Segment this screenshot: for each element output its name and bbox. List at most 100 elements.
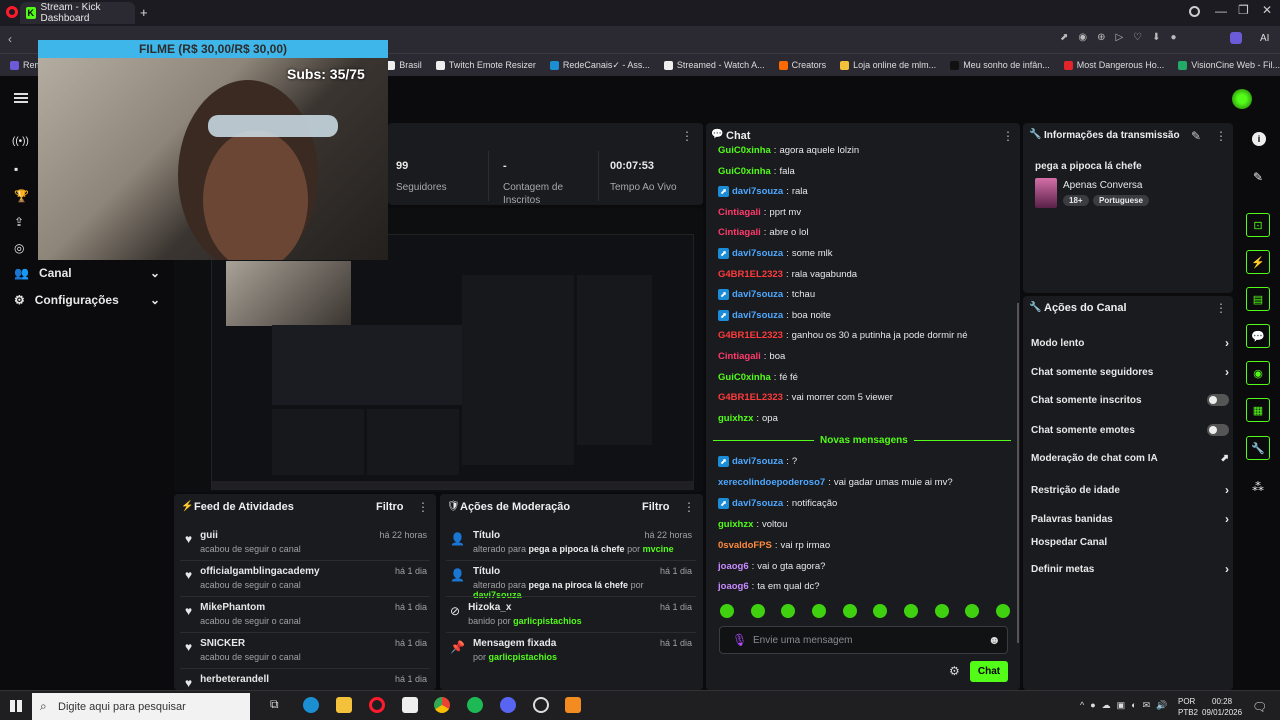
- kebab-icon[interactable]: ⋮: [681, 129, 693, 143]
- taskview-icon[interactable]: ⧉: [270, 697, 286, 713]
- live-icon[interactable]: ((•)): [12, 136, 29, 147]
- emote-icon[interactable]: [934, 604, 949, 618]
- chat-message[interactable]: ⬈ davi7souza: boa noite: [718, 309, 831, 321]
- stream-preview[interactable]: [211, 234, 694, 490]
- notification-icon[interactable]: 🗨: [1252, 700, 1267, 714]
- channel-action-item[interactable]: Modo lento ›: [1031, 336, 1229, 350]
- chat-username[interactable]: G4BR1EL2323: [718, 330, 783, 341]
- chat-message[interactable]: ⬈ davi7souza: ?: [718, 456, 797, 467]
- browser-tab[interactable]: K Stream - Kick Dashboard: [20, 2, 135, 24]
- microphone-icon[interactable]: 🎙: [732, 633, 747, 647]
- chat-username[interactable]: joaog6: [718, 581, 749, 592]
- channel-action-item[interactable]: Definir metas ›: [1031, 562, 1229, 576]
- emote-icon[interactable]: [811, 604, 826, 618]
- extensions-icon[interactable]: [1230, 32, 1242, 44]
- opera-taskbar-icon[interactable]: [369, 697, 385, 713]
- edge-icon[interactable]: [303, 697, 319, 713]
- emote-icon[interactable]: [965, 604, 980, 618]
- channel-action-item[interactable]: Hospedar Canal: [1031, 537, 1229, 548]
- media-button[interactable]: ▦: [1246, 398, 1270, 422]
- bookmark-item[interactable]: Loja online de mlm...: [840, 60, 936, 70]
- wrench-button[interactable]: 🔧: [1246, 436, 1270, 460]
- info-icon[interactable]: i: [1252, 132, 1266, 146]
- chat-message[interactable]: 0svaldoFPS: vai rp irmao: [718, 540, 830, 551]
- feed-item[interactable]: ♥ SNICKER acabou de seguir o canal há 1 …: [185, 638, 427, 662]
- moderation-item[interactable]: 👤 Título alterado para pega na piroca lá…: [450, 566, 692, 600]
- chat-username[interactable]: guixhzx: [718, 413, 753, 424]
- kebab-icon[interactable]: ⋮: [683, 500, 695, 514]
- keyboard-language[interactable]: POR: [1178, 697, 1195, 706]
- explorer-icon[interactable]: [336, 697, 352, 713]
- bookmark-item[interactable]: Brasil: [386, 60, 422, 70]
- bookmark-item[interactable]: Streamed - Watch A...: [663, 60, 765, 70]
- sidebar-item-canal[interactable]: 👥 Canal ⌄: [14, 266, 160, 280]
- emoji-icon[interactable]: ☻: [988, 633, 1001, 647]
- chat-message[interactable]: GuiC0xinha: agora aquele lolzin: [718, 145, 859, 156]
- search-icon[interactable]: [1189, 6, 1200, 17]
- back-icon[interactable]: ‹: [8, 32, 12, 46]
- steam-icon[interactable]: [533, 697, 549, 713]
- windows-start-icon[interactable]: [10, 700, 22, 712]
- chat-message[interactable]: joaog6: ta em qual dc?: [718, 581, 820, 592]
- chat-message[interactable]: guixhzx: opa: [718, 413, 778, 424]
- chat-message[interactable]: ⬈ davi7souza: notificação: [718, 497, 837, 509]
- chat-message[interactable]: G4BR1EL2323: rala vagabunda: [718, 269, 857, 280]
- toolbar-icons[interactable]: ⬈◉⊕▷♡⬇●: [1060, 32, 1187, 43]
- broadcast-button[interactable]: ◉: [1246, 361, 1270, 385]
- sidebar-item-configuracoes[interactable]: ⚙ Configurações ⌄: [14, 293, 160, 307]
- bolt-button[interactable]: ⚡: [1246, 250, 1270, 274]
- chat-username[interactable]: Cintiagali: [718, 227, 761, 238]
- chat-username[interactable]: Cintiagali: [718, 351, 761, 362]
- chat-username[interactable]: davi7souza: [732, 289, 783, 300]
- chat-username[interactable]: davi7souza: [732, 310, 783, 321]
- chat-message[interactable]: Cintiagali: boa: [718, 351, 785, 362]
- maximize-button[interactable]: ❐: [1238, 3, 1249, 17]
- toggle-switch[interactable]: [1207, 424, 1229, 436]
- menu-icon[interactable]: [14, 93, 28, 103]
- chat-username[interactable]: xerecolindoepoderoso7: [718, 477, 825, 488]
- bookmark-item[interactable]: Creators: [778, 60, 826, 70]
- bookmark-item[interactable]: RedeCanais✓ - Ass...: [549, 60, 650, 71]
- new-tab-button[interactable]: +: [140, 5, 148, 20]
- emote-icon[interactable]: [995, 604, 1010, 618]
- edit-icon[interactable]: ✎: [1191, 129, 1201, 143]
- close-window-button[interactable]: ✕: [1262, 3, 1272, 17]
- chat-username[interactable]: G4BR1EL2323: [718, 269, 783, 280]
- chat-username[interactable]: davi7souza: [732, 186, 783, 197]
- emote-icon[interactable]: [750, 604, 765, 618]
- chat-button[interactable]: 💬: [1246, 324, 1270, 348]
- kebab-icon[interactable]: ⋮: [417, 500, 429, 514]
- kebab-icon[interactable]: ⋮: [1215, 129, 1227, 143]
- bookmark-item[interactable]: VisionCine Web - Fil...: [1178, 60, 1280, 70]
- target-icon[interactable]: ◎: [14, 241, 24, 255]
- emote-bar[interactable]: [720, 604, 1010, 618]
- trophy-icon[interactable]: 🏆: [14, 189, 29, 203]
- chat-username[interactable]: G4BR1EL2323: [718, 392, 783, 403]
- upload-icon[interactable]: ⇪: [14, 215, 24, 229]
- bookmark-item[interactable]: Most Dangerous Ho...: [1063, 60, 1164, 70]
- chat-scrollbar[interactable]: [1017, 303, 1019, 643]
- moderation-item[interactable]: 📌 Mensagem fixada por garlicpistachios h…: [450, 638, 692, 662]
- chat-username[interactable]: Cintiagali: [718, 207, 761, 218]
- emote-icon[interactable]: [842, 604, 857, 618]
- chat-message[interactable]: G4BR1EL2323: vai morrer com 5 viewer: [718, 392, 893, 403]
- chat-username[interactable]: 0svaldoFPS: [718, 540, 772, 551]
- minimize-button[interactable]: —: [1215, 4, 1227, 18]
- chat-send-button[interactable]: Chat: [970, 661, 1008, 682]
- system-tray-icons[interactable]: ^●☁▣◐✉🔊: [1080, 700, 1173, 711]
- emote-icon[interactable]: [903, 604, 918, 618]
- feed-item[interactable]: ♥ herbeterandell há 1 dia: [185, 674, 427, 690]
- moderation-item[interactable]: 👤 Título alterado para pega a pipoca lá …: [450, 530, 692, 554]
- toggle-switch[interactable]: [1207, 394, 1229, 406]
- moderation-item[interactable]: ⊘ Hizoka_x banido por garlicpistachios h…: [450, 602, 692, 626]
- clock-time[interactable]: 00:28: [1212, 697, 1232, 706]
- chat-message[interactable]: Cintiagali: pprt mv: [718, 207, 801, 218]
- chat-username[interactable]: guixhzx: [718, 519, 753, 530]
- user-avatar[interactable]: [1232, 89, 1252, 109]
- kebab-icon[interactable]: ⋮: [1002, 129, 1014, 143]
- feed-filter-button[interactable]: Filtro: [376, 501, 404, 513]
- discord-icon[interactable]: [500, 697, 516, 713]
- chat-username[interactable]: GuiC0xinha: [718, 372, 771, 383]
- chat-username[interactable]: GuiC0xinha: [718, 166, 771, 177]
- channel-action-item[interactable]: Chat somente inscritos: [1031, 394, 1229, 406]
